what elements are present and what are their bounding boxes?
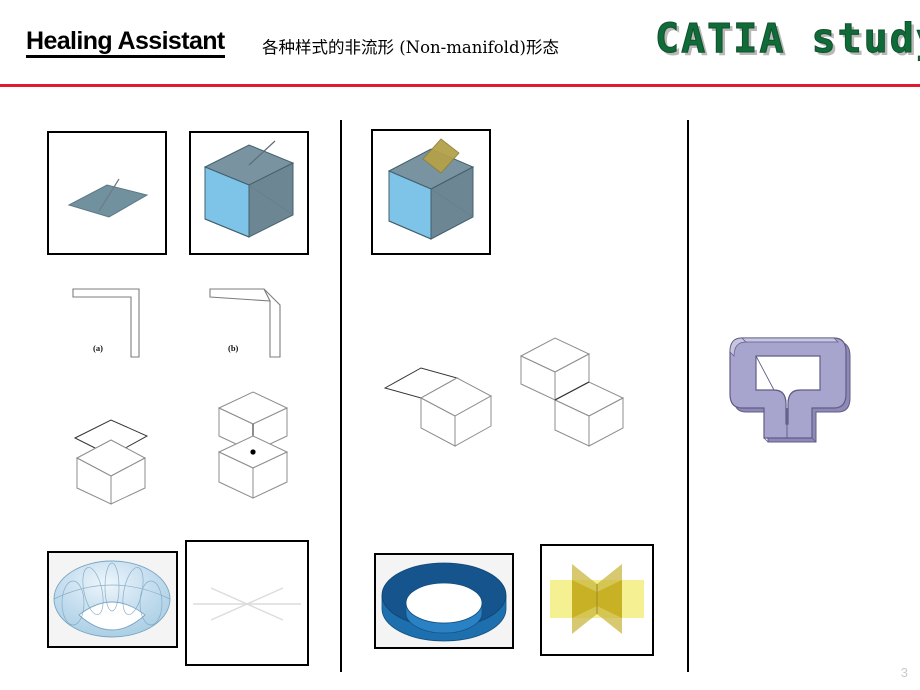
crossing-edges-graphic xyxy=(193,587,301,621)
plane-above-cube-graphic xyxy=(73,419,149,505)
slide-root: Healing Assistant 各种样式的非流形 (Non-manifold… xyxy=(0,0,920,690)
figure-cube-with-dangling-edge xyxy=(189,131,309,255)
figure-intersecting-yellow-planes xyxy=(540,544,654,656)
slide-header: Healing Assistant 各种样式的非流形 (Non-manifold… xyxy=(0,0,920,86)
contact-vertex-dot xyxy=(250,449,256,455)
two-cubes-edge-contact-graphic xyxy=(519,337,625,447)
plane-with-dangling-edge-graphic xyxy=(67,178,149,218)
figure-washer-solid xyxy=(374,553,514,649)
pinched-torus-graphic xyxy=(53,560,171,638)
figure-cube-with-intersecting-plane xyxy=(371,129,491,255)
figure-l-profile-b: (b) xyxy=(202,283,302,365)
l-profile-a-graphic: (a) xyxy=(72,288,140,358)
intersecting-yellow-planes-graphic xyxy=(550,564,644,634)
figure-crossing-edges xyxy=(185,540,309,666)
cube-with-flange-plane-graphic xyxy=(383,367,493,447)
cube-with-dangling-edge-graphic xyxy=(203,140,295,238)
figure-cube-with-flange-plane xyxy=(381,352,496,452)
two-cubes-vertex-contact-graphic xyxy=(217,391,289,499)
page-subtitle: 各种样式的非流形 (Non-manifold)形态 xyxy=(262,38,559,57)
figure-two-cubes-vertex-contact xyxy=(205,390,325,515)
column-divider-left xyxy=(340,120,342,672)
figure-l-profile-a: (a) xyxy=(65,283,165,365)
column-divider-right xyxy=(687,120,689,672)
purple-extruded-frame-graphic xyxy=(729,337,851,443)
figure-two-cubes-edge-contact xyxy=(515,334,630,454)
washer-solid-graphic xyxy=(381,562,507,642)
brand-logo-text: CATIA study xyxy=(655,16,920,63)
header-divider-rule xyxy=(0,84,920,87)
figure-purple-extruded-frame xyxy=(712,312,872,467)
l-profile-a-label: (a) xyxy=(93,343,103,353)
figure-plane-above-cube xyxy=(63,410,183,510)
l-profile-b-graphic: (b) xyxy=(209,288,281,358)
page-title: Healing Assistant xyxy=(26,28,225,59)
cube-with-intersecting-plane-graphic xyxy=(387,138,475,240)
l-profile-b-label: (b) xyxy=(228,343,239,353)
figure-plane-with-dangling-edge xyxy=(47,131,167,255)
page-number: 3 xyxy=(900,665,908,680)
figure-pinched-torus xyxy=(47,551,178,648)
